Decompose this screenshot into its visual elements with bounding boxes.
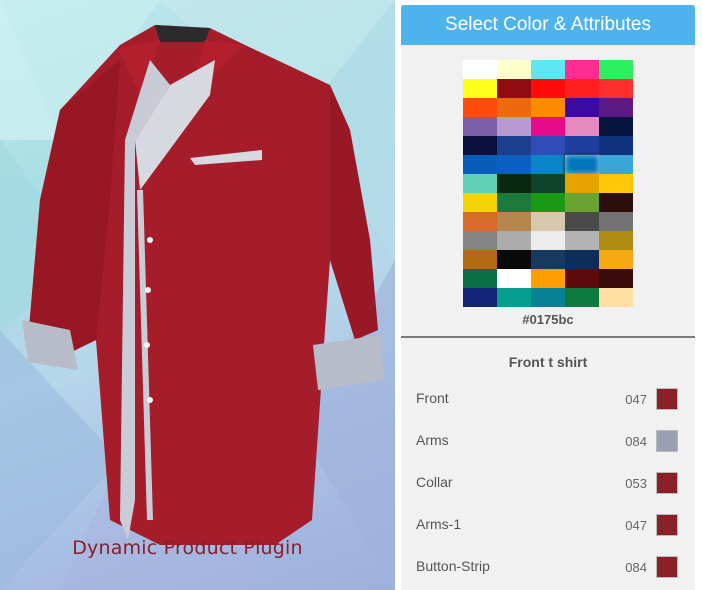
- color-swatch[interactable]: [565, 174, 599, 193]
- section-title: Front t shirt: [508, 354, 588, 370]
- color-swatch[interactable]: [599, 269, 633, 288]
- attribute-code: 084: [625, 434, 647, 449]
- attribute-label: Button-Strip: [416, 558, 490, 574]
- color-swatch[interactable]: [497, 288, 531, 307]
- color-swatch[interactable]: [531, 155, 565, 174]
- color-swatch[interactable]: [463, 136, 497, 155]
- color-swatch[interactable]: [497, 136, 531, 155]
- attribute-color-swatch[interactable]: [656, 388, 678, 410]
- attribute-code: 047: [625, 392, 647, 407]
- attribute-row[interactable]: Button-Strip 084: [401, 544, 695, 586]
- color-swatch[interactable]: [531, 98, 565, 117]
- color-swatch[interactable]: [463, 60, 497, 79]
- panel-header: Select Color & Attributes: [401, 5, 695, 45]
- attribute-code: 047: [625, 518, 647, 533]
- attribute-code: 084: [625, 560, 647, 575]
- color-swatch[interactable]: [531, 231, 565, 250]
- attribute-label: Arms-1: [416, 516, 462, 532]
- color-swatch[interactable]: [463, 174, 497, 193]
- color-swatch[interactable]: [497, 212, 531, 231]
- color-swatch[interactable]: [531, 136, 565, 155]
- color-swatch[interactable]: [463, 193, 497, 212]
- color-swatch[interactable]: [531, 60, 565, 79]
- color-swatch[interactable]: [565, 136, 599, 155]
- color-swatch[interactable]: [497, 117, 531, 136]
- color-swatch[interactable]: [599, 231, 633, 250]
- attribute-color-swatch[interactable]: [656, 430, 678, 452]
- color-swatch[interactable]: [497, 79, 531, 98]
- attribute-label: Collar: [416, 474, 453, 490]
- color-swatch[interactable]: [463, 231, 497, 250]
- color-swatch[interactable]: [463, 212, 497, 231]
- color-swatch[interactable]: [565, 98, 599, 117]
- color-swatch[interactable]: [463, 79, 497, 98]
- color-swatch[interactable]: [531, 269, 565, 288]
- product-plugin-title: Dynamic Product Plugin: [72, 537, 303, 559]
- attribute-label: Arms: [416, 432, 449, 448]
- attribute-color-swatch[interactable]: [656, 556, 678, 578]
- attribute-row[interactable]: Arms 084: [401, 418, 695, 460]
- color-swatch[interactable]: [599, 60, 633, 79]
- attribute-color-swatch[interactable]: [656, 514, 678, 536]
- color-swatch[interactable]: [497, 193, 531, 212]
- color-palette: [463, 60, 633, 308]
- color-swatch[interactable]: [531, 250, 565, 269]
- shirt-image: [22, 25, 384, 545]
- color-swatch[interactable]: [565, 193, 599, 212]
- color-swatch[interactable]: [599, 193, 633, 212]
- color-swatch[interactable]: [497, 269, 531, 288]
- color-swatch[interactable]: [565, 79, 599, 98]
- color-swatch[interactable]: [497, 98, 531, 117]
- color-swatch[interactable]: [599, 155, 633, 174]
- attribute-label: Front: [416, 390, 449, 406]
- color-swatch[interactable]: [599, 117, 633, 136]
- color-swatch[interactable]: [565, 60, 599, 79]
- color-swatch[interactable]: [565, 212, 599, 231]
- color-swatch[interactable]: [565, 117, 599, 136]
- color-swatch[interactable]: [599, 288, 633, 307]
- color-swatch[interactable]: [463, 250, 497, 269]
- color-swatch[interactable]: [565, 269, 599, 288]
- color-swatch[interactable]: [497, 231, 531, 250]
- selected-hex-value: #0175bc: [522, 312, 574, 327]
- product-preview: Dynamic Product Plugin: [0, 0, 395, 590]
- color-swatch[interactable]: [531, 79, 565, 98]
- color-swatch[interactable]: [463, 155, 497, 174]
- attribute-code: 053: [625, 476, 647, 491]
- color-swatch[interactable]: [497, 250, 531, 269]
- color-swatch[interactable]: [565, 250, 599, 269]
- color-swatch[interactable]: [531, 212, 565, 231]
- color-swatch[interactable]: [463, 269, 497, 288]
- attribute-row[interactable]: Collar 053: [401, 460, 695, 502]
- color-swatch[interactable]: [531, 174, 565, 193]
- color-attributes-panel: Select Color & Attributes #0175bc Front …: [401, 5, 695, 590]
- color-swatch[interactable]: [599, 98, 633, 117]
- attribute-list: Front 047 Arms 084 Collar 053 Arms-1 047…: [401, 376, 695, 586]
- color-swatch[interactable]: [565, 288, 599, 307]
- color-swatch[interactable]: [599, 79, 633, 98]
- color-swatch[interactable]: [497, 155, 531, 174]
- color-swatch[interactable]: [599, 174, 633, 193]
- color-swatch[interactable]: [531, 117, 565, 136]
- attribute-row[interactable]: Front 047: [401, 376, 695, 418]
- color-swatch[interactable]: [599, 212, 633, 231]
- color-swatch[interactable]: [463, 288, 497, 307]
- color-swatch[interactable]: [564, 154, 600, 175]
- color-swatch[interactable]: [497, 174, 531, 193]
- color-swatch[interactable]: [599, 250, 633, 269]
- color-swatch[interactable]: [599, 136, 633, 155]
- divider: [401, 336, 695, 338]
- color-swatch[interactable]: [497, 60, 531, 79]
- color-swatch[interactable]: [531, 193, 565, 212]
- attribute-color-swatch[interactable]: [656, 472, 678, 494]
- color-swatch[interactable]: [531, 288, 565, 307]
- color-swatch[interactable]: [565, 231, 599, 250]
- color-swatch[interactable]: [463, 98, 497, 117]
- attribute-row[interactable]: Arms-1 047: [401, 502, 695, 544]
- color-swatch[interactable]: [463, 117, 497, 136]
